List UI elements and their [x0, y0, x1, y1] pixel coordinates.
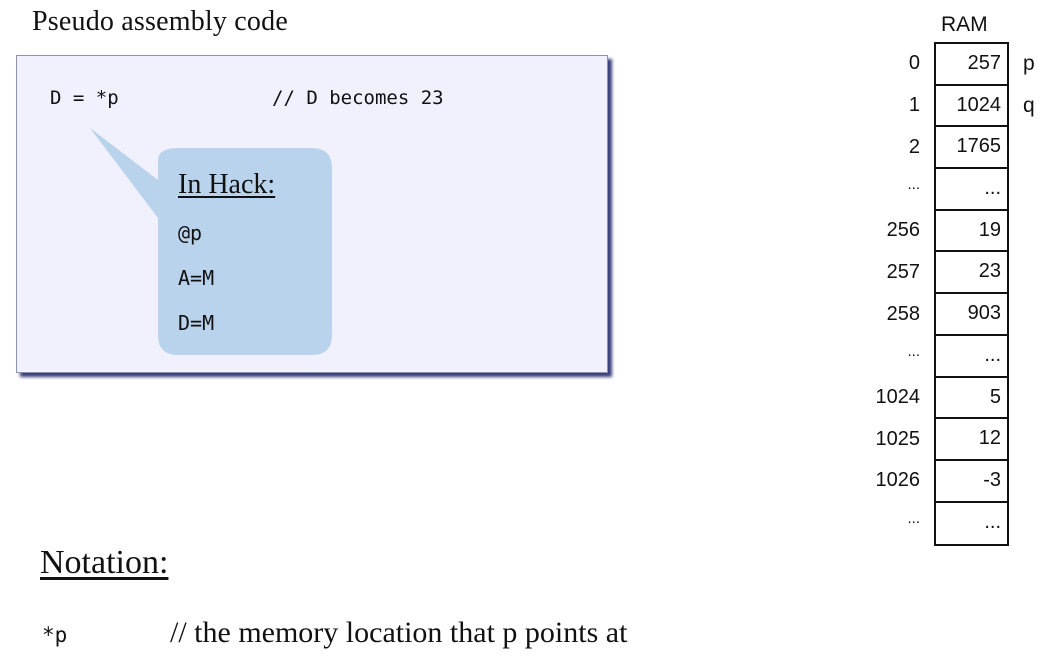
ram-cell: 5 — [936, 378, 1007, 420]
ram-cell: 903 — [936, 294, 1007, 336]
ram-address: 256 — [886, 219, 920, 241]
ram-address: 1025 — [875, 428, 921, 450]
notation-title: Notation: — [40, 544, 169, 581]
ram-address: ... — [907, 510, 920, 527]
ram-title: RAM — [941, 13, 988, 36]
callout-line: D=M — [178, 311, 215, 335]
pointer-label-p: p — [1023, 52, 1035, 75]
ram-address: 0 — [908, 52, 920, 74]
ram-cell: 1765 — [936, 127, 1007, 170]
ram-cell: 23 — [936, 252, 1007, 295]
ram-address: ... — [907, 176, 920, 193]
ram-address: 258 — [886, 303, 920, 325]
ram-address: 2 — [908, 136, 920, 158]
ram-address: 1 — [908, 94, 920, 116]
ram-table: 257 1024 1765 ... 19 23 903 ... 5 12 -3 … — [934, 42, 1009, 547]
ram-cell: ... — [936, 169, 1007, 211]
code-comment: // D becomes 23 — [272, 87, 444, 109]
ram-cell: 19 — [936, 211, 1007, 253]
ram-cell: 12 — [936, 419, 1007, 461]
ram-cell: ... — [984, 510, 1001, 533]
pointer-label-q: q — [1023, 94, 1035, 117]
ram-address: 1024 — [875, 386, 921, 408]
notation-symbol: *p — [42, 623, 68, 647]
ram-cell: ... — [936, 336, 1007, 378]
ram-address: 257 — [886, 261, 920, 283]
section-heading: Pseudo assembly code — [32, 6, 288, 37]
ram-cell: 1024 — [936, 86, 1007, 128]
ram-cell: -3 — [936, 461, 1007, 503]
code-statement: D = *p — [50, 87, 119, 109]
ram-address: ... — [907, 343, 920, 360]
ram-cell: 257 — [936, 44, 1007, 86]
callout-title: In Hack: — [178, 169, 276, 200]
callout-line: @p — [178, 221, 203, 245]
callout-line: A=M — [178, 266, 215, 290]
ram-address: 1026 — [875, 469, 921, 491]
notation-description: // the memory location that p points at — [170, 616, 628, 649]
